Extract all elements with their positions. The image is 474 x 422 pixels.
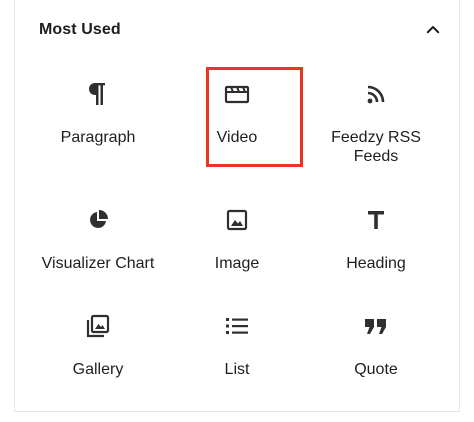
paragraph-icon	[29, 80, 167, 108]
block-label: Image	[214, 255, 260, 272]
section-title: Most Used	[39, 21, 121, 38]
block-label: Feedzy RSS Feeds	[331, 129, 421, 165]
list-icon	[168, 312, 306, 340]
block-label: Heading	[346, 255, 406, 272]
block-image[interactable]: Image	[168, 190, 306, 290]
image-icon	[168, 206, 306, 234]
gallery-icon	[29, 312, 167, 340]
block-label: Visualizer Chart	[41, 255, 155, 272]
quote-icon	[307, 312, 445, 340]
chevron-up-icon[interactable]	[421, 18, 445, 42]
block-list[interactable]: List	[168, 296, 306, 396]
block-label: List	[224, 361, 250, 378]
block-gallery[interactable]: Gallery	[29, 296, 167, 396]
block-label: Paragraph	[60, 129, 136, 146]
block-label: Quote	[354, 361, 398, 378]
block-inserter-panel: Most Used Paragraph Video Feedzy RSS Fee…	[14, 0, 460, 412]
video-highlight-box	[206, 67, 303, 167]
block-visualizer-chart[interactable]: Visualizer Chart	[29, 190, 167, 290]
most-used-header[interactable]: Most Used	[15, 0, 459, 60]
heading-icon	[307, 206, 445, 234]
pie-chart-icon	[29, 206, 167, 234]
block-feedzy-rss-feeds[interactable]: Feedzy RSS Feeds	[307, 64, 445, 174]
rss-icon	[307, 80, 445, 108]
block-quote[interactable]: Quote	[307, 296, 445, 396]
block-heading[interactable]: Heading	[307, 190, 445, 290]
block-paragraph[interactable]: Paragraph	[29, 64, 167, 174]
block-label: Gallery	[72, 361, 124, 378]
